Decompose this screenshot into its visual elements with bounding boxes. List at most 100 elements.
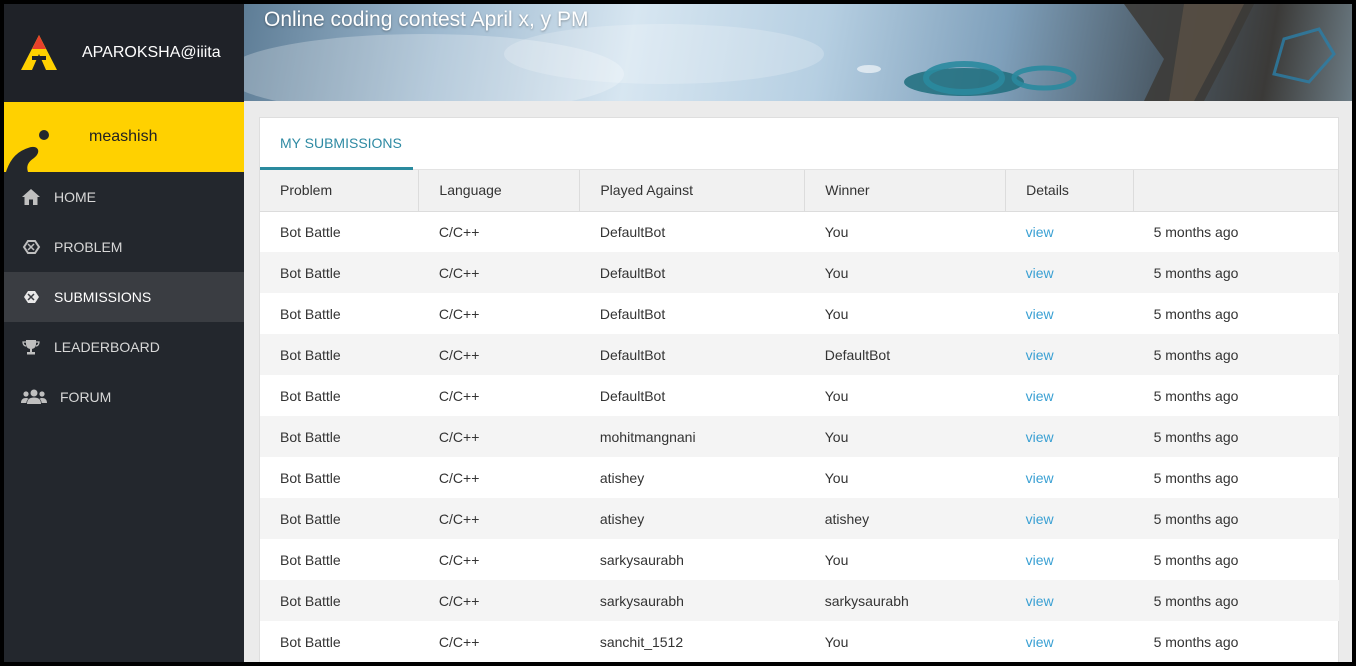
nav-label-home: HOME [54,189,96,205]
cell-time: 5 months ago [1153,551,1239,568]
cell-winner: You [824,551,849,568]
cell-language: C/C++ [438,346,480,363]
cell-problem: Bot Battle [280,223,341,240]
table-row: Bot Battle C/C++ sanchit_1512 You view 5… [260,621,1339,662]
trophy-icon [20,337,42,357]
table-row: Bot Battle C/C++ DefaultBot You view 5 m… [260,375,1339,416]
view-details-link[interactable]: view [1006,580,1134,621]
tab-my-submissions[interactable]: MY SUBMISSIONS [260,118,413,170]
cell-played-against: DefaultBot [599,305,666,322]
cell-language: C/C++ [438,510,480,527]
cell-problem: Bot Battle [280,469,341,486]
cell-winner: You [824,387,849,404]
table-row: Bot Battle C/C++ DefaultBot DefaultBot v… [260,334,1339,375]
table-header: Problem Language Played Against Winner D… [260,170,1339,212]
cell-winner: You [824,428,849,445]
header-winner[interactable]: Winner [804,170,1007,212]
table-row: Bot Battle C/C++ DefaultBot You view 5 m… [260,293,1339,334]
cell-time: 5 months ago [1153,469,1239,486]
view-details-link[interactable]: view [1006,457,1134,498]
header-problem[interactable]: Problem [260,170,420,212]
cell-language: C/C++ [438,551,480,568]
nav-item-problem[interactable]: PROBLEM [4,222,244,272]
view-details-link[interactable]: view [1006,334,1134,375]
view-details-link[interactable]: view [1006,621,1134,662]
cell-winner: sarkysaurabh [824,592,909,609]
table-row: Bot Battle C/C++ mohitmangnani You view … [260,416,1339,457]
table-row: Bot Battle C/C++ DefaultBot You view 5 m… [260,252,1339,293]
cell-language: C/C++ [438,387,480,404]
cell-played-against: sarkysaurabh [599,551,684,568]
cell-problem: Bot Battle [280,633,341,650]
table-body: Bot Battle C/C++ DefaultBot You view 5 m… [260,211,1339,662]
view-details-link[interactable]: view [1006,498,1134,539]
cell-language: C/C++ [438,469,480,486]
view-details-link[interactable]: view [1006,252,1134,293]
user-name: meashish [89,128,158,145]
nav-item-leaderboard[interactable]: LEADERBOARD [4,322,244,372]
app-frame: APAROKSHA@iiita meashish HOME PROBLEM SU… [4,4,1352,662]
table-row: Bot Battle C/C++ sarkysaurabh sarkysaura… [260,580,1339,621]
cell-played-against: DefaultBot [599,346,666,363]
cell-played-against: atishey [599,510,645,527]
cell-time: 5 months ago [1153,305,1239,322]
brand-name: APAROKSHA@iiita [82,44,221,61]
cell-played-against: DefaultBot [599,387,666,404]
cell-winner: You [824,633,849,650]
header-time [1133,170,1339,212]
cell-winner: You [824,264,849,281]
users-icon [20,387,48,407]
nav-label-submissions: SUBMISSIONS [54,289,152,305]
user-panel[interactable]: meashish [4,102,244,172]
cell-played-against: DefaultBot [599,223,666,240]
nav-item-submissions[interactable]: SUBMISSIONS [4,272,244,322]
table-header-row: Problem Language Played Against Winner D… [260,170,1339,212]
table-row: Bot Battle C/C++ sarkysaurabh You view 5… [260,539,1339,580]
nav-label-problem: PROBLEM [54,239,123,255]
header-language[interactable]: Language [418,170,581,212]
view-details-link[interactable]: view [1006,416,1134,457]
cell-winner: You [824,223,849,240]
sidebar: APAROKSHA@iiita meashish HOME PROBLEM SU… [4,4,244,662]
cell-played-against: sarkysaurabh [599,592,684,609]
cell-language: C/C++ [438,633,480,650]
tab-bar: MY SUBMISSIONS [260,118,1338,170]
header-played-against[interactable]: Played Against [579,170,806,212]
nav-item-forum[interactable]: FORUM [4,372,244,422]
nav-item-home[interactable]: HOME [4,172,244,222]
submissions-card: MY SUBMISSIONS Problem Language Played A… [259,117,1339,662]
cell-time: 5 months ago [1153,592,1239,609]
cell-language: C/C++ [438,428,480,445]
submissions-icon [20,287,42,307]
table-row: Bot Battle C/C++ DefaultBot You view 5 m… [260,211,1339,252]
brand-header[interactable]: APAROKSHA@iiita [4,4,244,102]
cell-winner: You [824,305,849,322]
sidebar-nav: HOME PROBLEM SUBMISSIONS LEADERBOARD FOR… [4,172,244,422]
cell-played-against: sanchit_1512 [599,633,684,650]
view-details-link[interactable]: view [1006,293,1134,334]
cell-played-against: DefaultBot [599,264,666,281]
cell-time: 5 months ago [1153,387,1239,404]
view-details-link[interactable]: view [1006,539,1134,580]
cell-problem: Bot Battle [280,387,341,404]
table-row: Bot Battle C/C++ atishey atishey view 5 … [260,498,1339,539]
cell-problem: Bot Battle [280,510,341,527]
user-avatar-icon [6,130,49,172]
cell-played-against: atishey [599,469,645,486]
cell-time: 5 months ago [1153,264,1239,281]
cell-played-against: mohitmangnani [599,428,696,445]
cell-time: 5 months ago [1153,633,1239,650]
table-row: Bot Battle C/C++ atishey You view 5 mont… [260,457,1339,498]
submissions-table: Problem Language Played Against Winner D… [260,170,1339,662]
view-details-link[interactable]: view [1006,211,1134,252]
nav-label-forum: FORUM [60,389,112,405]
cell-winner: atishey [824,510,870,527]
cell-language: C/C++ [438,305,480,322]
header-details[interactable]: Details [1005,170,1135,212]
view-details-link[interactable]: view [1006,375,1134,416]
cell-language: C/C++ [438,592,480,609]
cell-language: C/C++ [438,264,480,281]
aparoksha-logo-icon [21,35,57,70]
cell-problem: Bot Battle [280,264,341,281]
cell-time: 5 months ago [1153,223,1239,240]
